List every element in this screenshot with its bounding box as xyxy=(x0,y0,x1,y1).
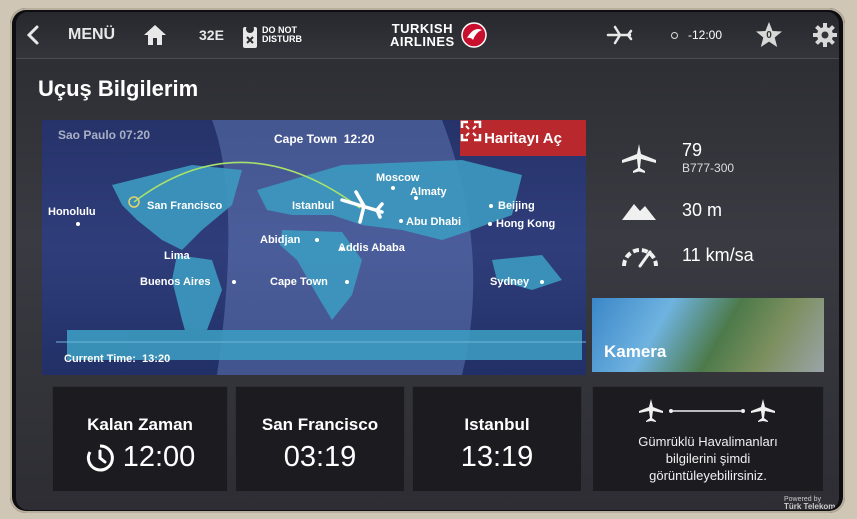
flight-mode-button[interactable] xyxy=(606,12,634,58)
cape-town-time-label: Cape Town xyxy=(274,132,338,146)
current-time-value: 13:20 xyxy=(142,353,171,365)
turkish-airlines-logo-icon xyxy=(460,22,487,48)
do-not-disturb-button[interactable]: DO NOT DISTURB xyxy=(242,12,302,58)
current-time: Current Time: 13:20 xyxy=(64,353,170,365)
home-button[interactable] xyxy=(142,12,168,58)
camera-label: Kamera xyxy=(604,342,667,361)
airplane-icon xyxy=(606,25,633,45)
seat-number: 32E xyxy=(199,27,224,43)
customs-airports-text: Gümrüklü Havalimanları bilgilerini şimdi… xyxy=(593,433,823,484)
airplane-icon xyxy=(622,143,656,173)
page-title: Uçuş Bilgilerim xyxy=(38,76,199,101)
top-bar: MENÜ 32E DO NOT DISTURB TURKISH AIRLINES xyxy=(16,12,839,59)
dnd-line2: DISTURB xyxy=(262,34,302,44)
city-sydney: Sydney xyxy=(490,276,530,288)
cape-town-time: Cape Town 12:20 xyxy=(274,132,375,146)
airport-connection-icon xyxy=(639,399,775,422)
expand-icon xyxy=(460,120,482,142)
speedometer-icon xyxy=(622,248,658,268)
time-offset: -12:00 xyxy=(671,12,722,58)
current-time-label: Current Time: xyxy=(64,353,136,365)
time-offset-value: -12:00 xyxy=(688,28,723,42)
flight-map[interactable]: Sao Paulo 07:20 Cape Town 12:20 Haritayı… xyxy=(42,120,586,375)
airline-logo: TURKISH AIRLINES xyxy=(390,12,487,58)
telecom-label: Türk Telekom xyxy=(784,502,836,511)
open-map-button[interactable]: Haritayı Aç xyxy=(460,120,586,156)
back-button[interactable] xyxy=(24,12,42,58)
sao-paulo-label: Sao Paulo xyxy=(58,128,117,142)
origin-time-tile: San Francisco 03:19 xyxy=(235,386,405,492)
customs-line1: Gümrüklü Havalimanları xyxy=(638,434,778,449)
ife-screen: MENÜ 32E DO NOT DISTURB TURKISH AIRLINES xyxy=(16,12,839,510)
remaining-time-value: 12:00 xyxy=(122,441,196,473)
aircraft-type: B777-300 xyxy=(682,161,735,175)
destination-time: 13:19 xyxy=(460,441,534,473)
favorites-count: 0 xyxy=(766,30,772,41)
city-beijing: Beijing xyxy=(498,200,535,212)
remaining-time-row: 12:00 xyxy=(53,441,227,474)
destination-time-tile: Istanbul 13:19 xyxy=(412,386,582,492)
customs-line2: bilgilerini şimdi xyxy=(665,451,751,466)
city-istanbul: Istanbul xyxy=(292,200,335,212)
clock-icon xyxy=(86,443,114,471)
city-abidjan: Abidjan xyxy=(260,234,301,246)
origin-time: 03:19 xyxy=(283,441,357,473)
altitude-value: 30 m xyxy=(682,199,723,220)
camera-button[interactable]: Kamera xyxy=(592,298,824,372)
remaining-time-label: Kalan Zaman xyxy=(87,415,193,434)
city-addis-ababa: Addis Ababa xyxy=(338,242,405,254)
home-icon xyxy=(144,25,166,45)
menu-button[interactable]: MENÜ xyxy=(68,12,115,58)
city-buenos-aires: Buenos Aires xyxy=(140,276,211,288)
destination-label: Istanbul xyxy=(464,415,530,434)
city-honolulu: Honolulu xyxy=(48,206,96,218)
remaining-time-tile: Kalan Zaman 12:00 xyxy=(52,386,228,492)
sao-paulo-clock: 07:20 xyxy=(119,128,151,142)
origin-label: San Francisco xyxy=(261,415,379,434)
door-hanger-icon xyxy=(243,25,257,48)
flight-number: 79 xyxy=(682,140,703,160)
brand-line2: AIRLINES xyxy=(390,34,455,49)
customs-airports-tile[interactable]: Gümrüklü Havalimanları bilgilerini şimdi… xyxy=(592,386,824,492)
city-lima: Lima xyxy=(164,250,190,262)
aircraft-info: 79 B777-300 xyxy=(620,140,734,175)
favorites-button[interactable]: 0 xyxy=(754,12,784,58)
altitude-info: 30 m xyxy=(620,198,722,222)
dot-icon xyxy=(671,31,678,39)
telecom-badge: Powered by Türk Telekom xyxy=(784,496,835,510)
city-san-francisco: San Francisco xyxy=(147,200,223,212)
cape-town-clock: 12:20 xyxy=(343,132,375,146)
settings-button[interactable] xyxy=(812,12,838,58)
chevron-left-icon xyxy=(26,25,39,45)
sao-paulo-time: Sao Paulo 07:20 xyxy=(58,128,150,142)
open-map-label: Haritayı Aç xyxy=(484,129,562,147)
mountain-icon xyxy=(622,204,656,220)
city-abu-dhabi: Abu Dhabi xyxy=(406,216,461,228)
speed-value: 11 km/sa xyxy=(682,244,754,265)
city-almaty: Almaty xyxy=(410,186,447,198)
gear-icon xyxy=(813,23,837,47)
speed-info: 11 km/sa xyxy=(620,242,754,268)
city-hong-kong: Hong Kong xyxy=(496,218,556,230)
world-map-graphic xyxy=(56,120,586,375)
customs-line3: görüntüleyebilirsiniz. xyxy=(649,468,767,483)
city-moscow: Moscow xyxy=(376,172,420,184)
city-cape-town: Cape Town xyxy=(270,276,328,288)
